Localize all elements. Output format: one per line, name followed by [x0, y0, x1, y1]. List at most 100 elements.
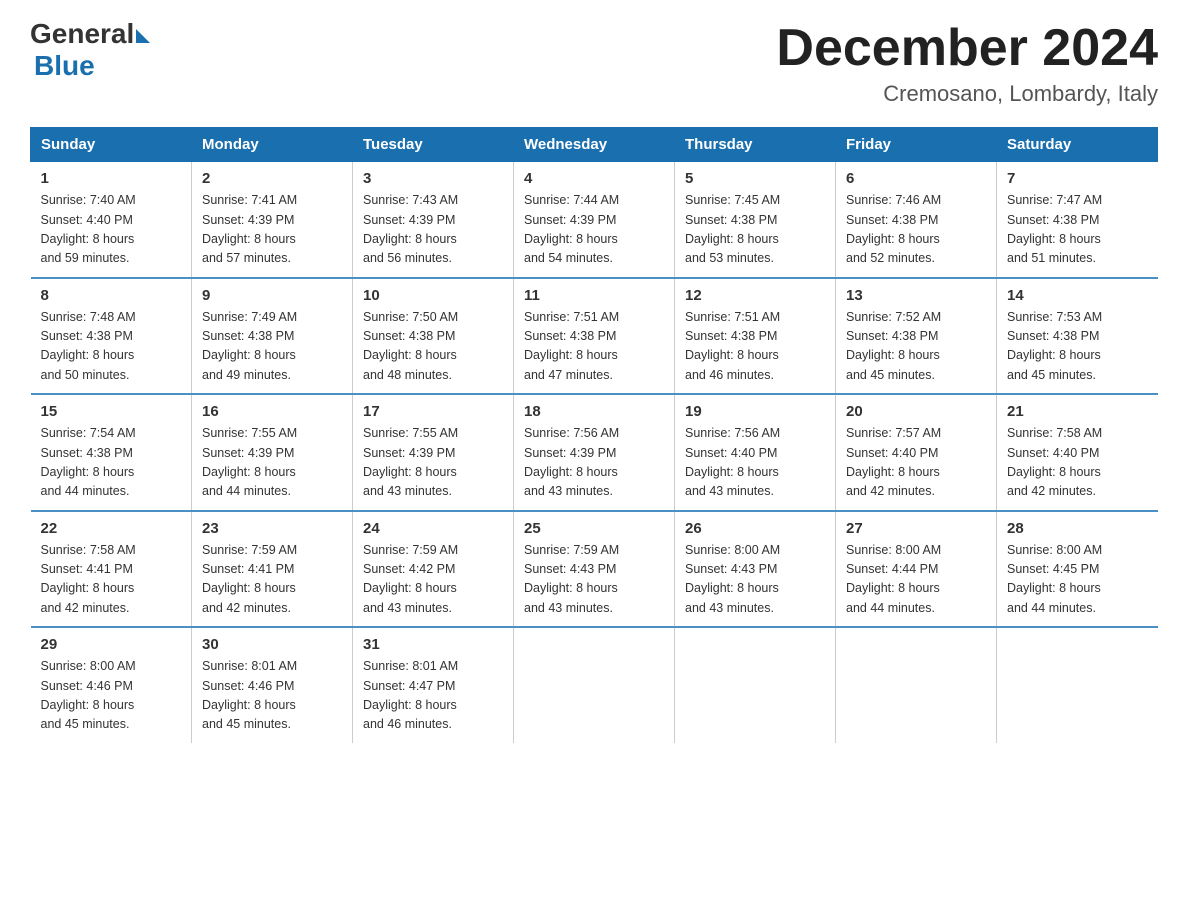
day-info: Sunrise: 7:56 AMSunset: 4:40 PMDaylight:…	[685, 424, 825, 502]
header-day-tuesday: Tuesday	[353, 128, 514, 162]
day-cell: 29 Sunrise: 8:00 AMSunset: 4:46 PMDaylig…	[31, 627, 192, 743]
day-cell	[675, 627, 836, 743]
location: Cremosano, Lombardy, Italy	[776, 81, 1158, 107]
day-info: Sunrise: 7:59 AMSunset: 4:41 PMDaylight:…	[202, 541, 342, 619]
header-day-sunday: Sunday	[31, 128, 192, 162]
day-number: 9	[202, 287, 342, 304]
header-row: SundayMondayTuesdayWednesdayThursdayFrid…	[31, 128, 1158, 162]
day-number: 28	[1007, 520, 1148, 537]
day-cell: 30 Sunrise: 8:01 AMSunset: 4:46 PMDaylig…	[192, 627, 353, 743]
day-number: 31	[363, 636, 503, 653]
day-cell: 16 Sunrise: 7:55 AMSunset: 4:39 PMDaylig…	[192, 394, 353, 511]
day-number: 4	[524, 170, 664, 187]
day-cell: 13 Sunrise: 7:52 AMSunset: 4:38 PMDaylig…	[836, 278, 997, 395]
day-info: Sunrise: 7:40 AMSunset: 4:40 PMDaylight:…	[41, 191, 182, 269]
day-number: 30	[202, 636, 342, 653]
day-number: 12	[685, 287, 825, 304]
day-number: 18	[524, 403, 664, 420]
day-info: Sunrise: 7:58 AMSunset: 4:41 PMDaylight:…	[41, 541, 182, 619]
day-cell: 31 Sunrise: 8:01 AMSunset: 4:47 PMDaylig…	[353, 627, 514, 743]
day-cell	[997, 627, 1158, 743]
day-info: Sunrise: 7:49 AMSunset: 4:38 PMDaylight:…	[202, 308, 342, 386]
day-number: 20	[846, 403, 986, 420]
day-info: Sunrise: 7:54 AMSunset: 4:38 PMDaylight:…	[41, 424, 182, 502]
day-cell: 14 Sunrise: 7:53 AMSunset: 4:38 PMDaylig…	[997, 278, 1158, 395]
day-cell: 7 Sunrise: 7:47 AMSunset: 4:38 PMDayligh…	[997, 162, 1158, 278]
day-info: Sunrise: 8:01 AMSunset: 4:47 PMDaylight:…	[363, 657, 503, 735]
day-number: 6	[846, 170, 986, 187]
day-info: Sunrise: 7:44 AMSunset: 4:39 PMDaylight:…	[524, 191, 664, 269]
day-number: 10	[363, 287, 503, 304]
header-day-monday: Monday	[192, 128, 353, 162]
logo-general: General	[30, 20, 134, 48]
day-info: Sunrise: 7:46 AMSunset: 4:38 PMDaylight:…	[846, 191, 986, 269]
day-number: 27	[846, 520, 986, 537]
day-number: 24	[363, 520, 503, 537]
week-row-1: 1 Sunrise: 7:40 AMSunset: 4:40 PMDayligh…	[31, 162, 1158, 278]
title-block: December 2024 Cremosano, Lombardy, Italy	[776, 20, 1158, 107]
week-row-4: 22 Sunrise: 7:58 AMSunset: 4:41 PMDaylig…	[31, 511, 1158, 628]
day-cell: 12 Sunrise: 7:51 AMSunset: 4:38 PMDaylig…	[675, 278, 836, 395]
calendar-table: SundayMondayTuesdayWednesdayThursdayFrid…	[30, 127, 1158, 743]
day-cell: 18 Sunrise: 7:56 AMSunset: 4:39 PMDaylig…	[514, 394, 675, 511]
logo-blue: Blue	[34, 50, 95, 82]
day-cell: 24 Sunrise: 7:59 AMSunset: 4:42 PMDaylig…	[353, 511, 514, 628]
day-info: Sunrise: 7:59 AMSunset: 4:42 PMDaylight:…	[363, 541, 503, 619]
day-info: Sunrise: 8:01 AMSunset: 4:46 PMDaylight:…	[202, 657, 342, 735]
page-header: General Blue December 2024 Cremosano, Lo…	[30, 20, 1158, 107]
week-row-3: 15 Sunrise: 7:54 AMSunset: 4:38 PMDaylig…	[31, 394, 1158, 511]
week-row-5: 29 Sunrise: 8:00 AMSunset: 4:46 PMDaylig…	[31, 627, 1158, 743]
day-cell: 19 Sunrise: 7:56 AMSunset: 4:40 PMDaylig…	[675, 394, 836, 511]
day-number: 17	[363, 403, 503, 420]
month-title: December 2024	[776, 20, 1158, 77]
day-cell: 20 Sunrise: 7:57 AMSunset: 4:40 PMDaylig…	[836, 394, 997, 511]
day-number: 26	[685, 520, 825, 537]
day-info: Sunrise: 7:43 AMSunset: 4:39 PMDaylight:…	[363, 191, 503, 269]
day-number: 11	[524, 287, 664, 304]
day-info: Sunrise: 7:50 AMSunset: 4:38 PMDaylight:…	[363, 308, 503, 386]
day-cell: 5 Sunrise: 7:45 AMSunset: 4:38 PMDayligh…	[675, 162, 836, 278]
day-number: 3	[363, 170, 503, 187]
day-number: 21	[1007, 403, 1148, 420]
day-info: Sunrise: 7:45 AMSunset: 4:38 PMDaylight:…	[685, 191, 825, 269]
header-day-wednesday: Wednesday	[514, 128, 675, 162]
day-info: Sunrise: 7:41 AMSunset: 4:39 PMDaylight:…	[202, 191, 342, 269]
logo-arrow-icon	[136, 29, 150, 43]
day-cell: 4 Sunrise: 7:44 AMSunset: 4:39 PMDayligh…	[514, 162, 675, 278]
day-cell: 28 Sunrise: 8:00 AMSunset: 4:45 PMDaylig…	[997, 511, 1158, 628]
week-row-2: 8 Sunrise: 7:48 AMSunset: 4:38 PMDayligh…	[31, 278, 1158, 395]
day-number: 25	[524, 520, 664, 537]
day-number: 16	[202, 403, 342, 420]
day-cell: 11 Sunrise: 7:51 AMSunset: 4:38 PMDaylig…	[514, 278, 675, 395]
day-info: Sunrise: 7:47 AMSunset: 4:38 PMDaylight:…	[1007, 191, 1148, 269]
header-day-saturday: Saturday	[997, 128, 1158, 162]
day-cell: 9 Sunrise: 7:49 AMSunset: 4:38 PMDayligh…	[192, 278, 353, 395]
day-info: Sunrise: 7:56 AMSunset: 4:39 PMDaylight:…	[524, 424, 664, 502]
day-cell: 26 Sunrise: 8:00 AMSunset: 4:43 PMDaylig…	[675, 511, 836, 628]
day-cell: 2 Sunrise: 7:41 AMSunset: 4:39 PMDayligh…	[192, 162, 353, 278]
day-cell	[514, 627, 675, 743]
day-number: 7	[1007, 170, 1148, 187]
day-info: Sunrise: 7:51 AMSunset: 4:38 PMDaylight:…	[685, 308, 825, 386]
day-cell: 21 Sunrise: 7:58 AMSunset: 4:40 PMDaylig…	[997, 394, 1158, 511]
day-number: 14	[1007, 287, 1148, 304]
day-info: Sunrise: 7:55 AMSunset: 4:39 PMDaylight:…	[363, 424, 503, 502]
day-cell: 25 Sunrise: 7:59 AMSunset: 4:43 PMDaylig…	[514, 511, 675, 628]
day-number: 19	[685, 403, 825, 420]
day-info: Sunrise: 7:55 AMSunset: 4:39 PMDaylight:…	[202, 424, 342, 502]
day-cell: 10 Sunrise: 7:50 AMSunset: 4:38 PMDaylig…	[353, 278, 514, 395]
day-info: Sunrise: 7:48 AMSunset: 4:38 PMDaylight:…	[41, 308, 182, 386]
day-info: Sunrise: 7:58 AMSunset: 4:40 PMDaylight:…	[1007, 424, 1148, 502]
day-number: 2	[202, 170, 342, 187]
day-number: 1	[41, 170, 182, 187]
day-number: 5	[685, 170, 825, 187]
day-number: 13	[846, 287, 986, 304]
day-info: Sunrise: 7:59 AMSunset: 4:43 PMDaylight:…	[524, 541, 664, 619]
day-cell: 27 Sunrise: 8:00 AMSunset: 4:44 PMDaylig…	[836, 511, 997, 628]
day-cell: 15 Sunrise: 7:54 AMSunset: 4:38 PMDaylig…	[31, 394, 192, 511]
header-day-thursday: Thursday	[675, 128, 836, 162]
day-info: Sunrise: 8:00 AMSunset: 4:44 PMDaylight:…	[846, 541, 986, 619]
day-number: 29	[41, 636, 182, 653]
day-info: Sunrise: 7:51 AMSunset: 4:38 PMDaylight:…	[524, 308, 664, 386]
day-cell: 1 Sunrise: 7:40 AMSunset: 4:40 PMDayligh…	[31, 162, 192, 278]
